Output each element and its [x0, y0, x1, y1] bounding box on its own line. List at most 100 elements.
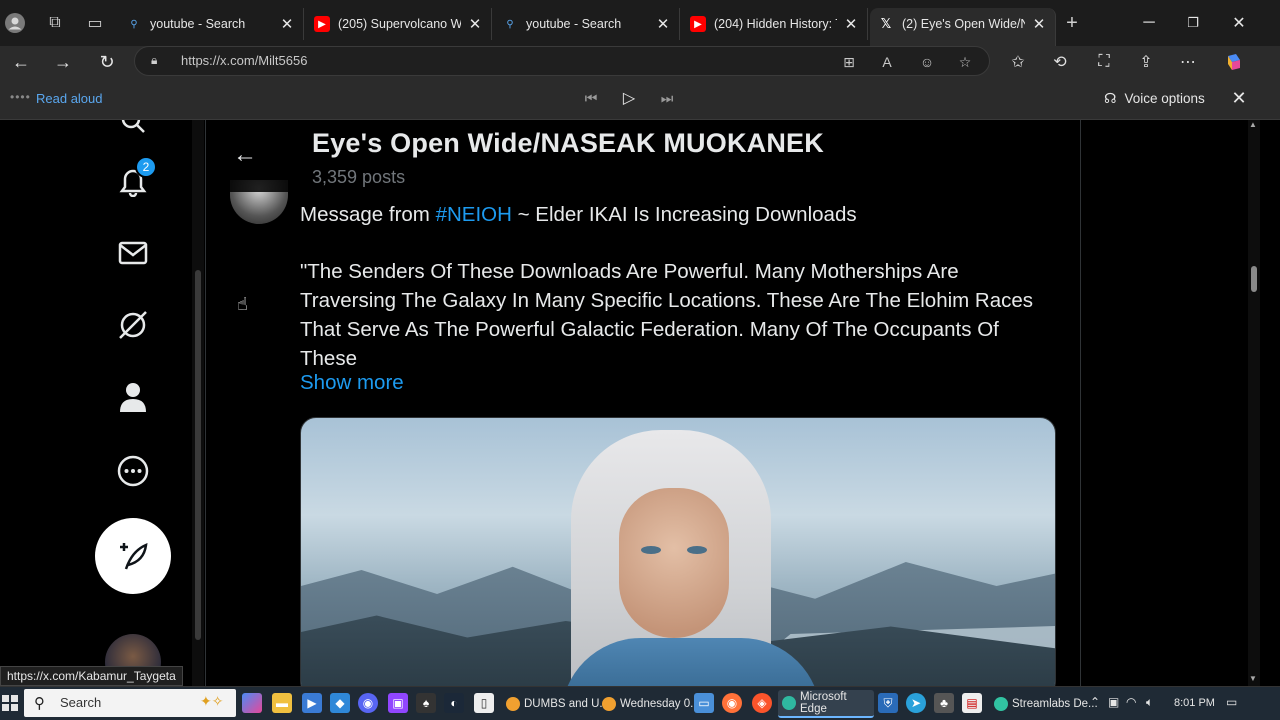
firefox-icon[interactable]: ◉	[722, 693, 742, 713]
forward-icon[interactable]: →	[50, 49, 76, 75]
volume-icon[interactable]: 🔈︎	[1146, 695, 1153, 710]
tab-supervolcano[interactable]: ▶ (205) Supervolcano Warn ✕	[306, 8, 492, 40]
tab-youtube-search-2[interactable]: ⚲ youtube - Search ✕	[494, 8, 680, 40]
close-tab-icon[interactable]: ✕	[1031, 15, 1047, 33]
profile-avatar-icon[interactable]	[4, 12, 26, 34]
copilot-icon[interactable]	[1222, 50, 1246, 74]
scroll-down-icon[interactable]: ▼	[1249, 674, 1257, 683]
drag-handle-icon[interactable]: ••••	[10, 90, 31, 104]
more-options-icon[interactable]	[110, 448, 156, 494]
telegram-icon[interactable]: ➤	[906, 693, 926, 713]
scrollbar-thumb[interactable]	[1251, 266, 1257, 292]
more-menu-icon[interactable]: ⋯	[1176, 50, 1200, 74]
discord-icon[interactable]: ◉	[358, 693, 378, 713]
close-tab-icon[interactable]: ✕	[655, 15, 671, 33]
grok-icon[interactable]	[110, 302, 156, 348]
show-more-link[interactable]: Show more	[300, 371, 404, 395]
window-label: Wednesday 0...	[620, 698, 700, 710]
primary-column: Message from #NEIOH ~ Elder IKAI Is Incr…	[205, 120, 1081, 686]
page-viewport: 2 Message from #NEIOH ~ Elder IKAI Is In…	[0, 120, 1280, 686]
pdf-icon[interactable]: ▤	[962, 693, 982, 713]
tab-hidden-history[interactable]: ▶ (204) Hidden History: Th ✕	[682, 8, 868, 40]
address-bar[interactable]: 🔒︎ https://x.com/Milt5656 ⊞ A ☺ ☆	[134, 46, 990, 76]
steam-icon[interactable]: ◐	[444, 693, 464, 713]
app-icon[interactable]: ▭	[694, 693, 714, 713]
screenshot-icon[interactable]: ⛶	[1092, 50, 1116, 74]
refresh-icon[interactable]: ↻	[94, 49, 120, 75]
scrollbar-thumb[interactable]	[195, 270, 201, 640]
app-available-icon[interactable]: ⊞	[839, 52, 859, 72]
streamlabs-icon	[994, 697, 1008, 711]
feather-plus-icon	[120, 542, 148, 570]
voice-options-button[interactable]: ☊ Voice options	[1104, 90, 1205, 107]
post-text-prefix: Message from	[300, 203, 436, 226]
page-scrollbar[interactable]: ▲ ▼	[1248, 120, 1260, 686]
document-icon[interactable]: ▯	[474, 693, 494, 713]
restore-icon[interactable]: ❐	[1170, 10, 1216, 36]
close-tab-icon[interactable]: ✕	[843, 15, 859, 33]
start-button[interactable]	[2, 695, 18, 711]
read-aloud-icon[interactable]: A	[877, 52, 897, 72]
taskbar-clock[interactable]: 8:01 PM	[1174, 697, 1215, 709]
store-icon[interactable]: ◆	[330, 693, 350, 713]
twitch-icon[interactable]: ▣	[388, 693, 408, 713]
read-aloud-label: Read aloud	[36, 91, 103, 106]
copilot-app-icon[interactable]	[242, 693, 262, 713]
taskbar-window-streamlabs[interactable]: Streamlabs De...	[990, 690, 1102, 718]
hand-cursor-icon: ☝	[237, 294, 248, 314]
app-icon[interactable]: ⛨	[878, 693, 898, 713]
wifi-icon[interactable]: ◠	[1126, 695, 1136, 709]
file-explorer-icon[interactable]: ▬	[272, 693, 292, 713]
explore-icon[interactable]	[110, 120, 156, 144]
favorite-star-icon[interactable]: ☆	[955, 52, 975, 72]
hashtag-link[interactable]: #NEIOH	[436, 203, 512, 226]
windows-taskbar: ⚲ Search ✦✧ ▬ ▶ ◆ ◉ ▣ ♠ ◐ ▯ DUMBS and U.…	[0, 686, 1280, 720]
new-tab-icon[interactable]: +	[1061, 12, 1083, 34]
taskbar-window-edge[interactable]: Microsoft Edge	[778, 690, 874, 718]
taskbar-window-dumbs[interactable]: DUMBS and U...	[502, 690, 613, 718]
edge-icon	[782, 696, 796, 710]
app-icon[interactable]: ♠	[416, 693, 436, 713]
taskbar-search[interactable]: ⚲ Search ✦✧	[24, 689, 236, 717]
close-tab-icon[interactable]: ✕	[467, 15, 483, 33]
history-icon[interactable]: ⟲	[1048, 50, 1072, 74]
notification-center-icon[interactable]: ▭	[1226, 695, 1237, 709]
tab-title: (205) Supervolcano Warn	[338, 17, 461, 31]
back-arrow-icon[interactable]: ←	[232, 141, 258, 168]
tab-youtube-search-1[interactable]: ⚲ youtube - Search ✕	[118, 8, 304, 40]
play-icon[interactable]: ▷	[618, 87, 640, 109]
close-tab-icon[interactable]: ✕	[279, 15, 295, 33]
clipchamp-icon[interactable]: ▶	[302, 693, 322, 713]
url-text[interactable]: https://x.com/Milt5656	[181, 53, 307, 68]
tab-actions-icon[interactable]: ▭	[84, 12, 106, 34]
profile-header: ← Eye's Open Wide/NASEAK MUOKANEK 3,359 …	[206, 120, 1080, 192]
profile-icon[interactable]	[110, 374, 156, 420]
scroll-up-icon[interactable]: ▲	[1249, 120, 1257, 129]
next-icon[interactable]: ⏭	[656, 87, 678, 109]
back-icon[interactable]: ←	[8, 49, 34, 75]
brave-icon[interactable]: ◈	[752, 693, 772, 713]
sidebar-scrollbar[interactable]	[192, 120, 204, 686]
tab-eyes-open-wide[interactable]: 𝕏 (2) Eye's Open Wide/NA ✕	[870, 8, 1056, 46]
read-aloud-bar: •••• Read aloud ⏮ ▷ ⏭ ☊ Voice options ✕	[0, 76, 1280, 120]
close-window-icon[interactable]: ✕	[1216, 10, 1262, 36]
previous-icon[interactable]: ⏮	[580, 87, 602, 109]
search-placeholder: Search	[60, 695, 102, 710]
chrome-icon	[506, 697, 520, 711]
notifications-badge: 2	[135, 156, 157, 178]
share-icon[interactable]: ⇪	[1134, 50, 1158, 74]
voice-icon: ☊	[1104, 90, 1117, 106]
minimize-icon[interactable]: ─	[1126, 10, 1172, 36]
extensions-icon[interactable]: ☺	[917, 52, 937, 72]
compose-post-button[interactable]	[95, 518, 171, 594]
taskbar-window-wednesday[interactable]: Wednesday 0...	[598, 690, 704, 718]
workspaces-icon[interactable]: ⧉	[44, 12, 66, 34]
app-icon[interactable]: ♣	[934, 693, 954, 713]
post-text-line: Message from #NEIOH ~ Elder IKAI Is Incr…	[300, 200, 1060, 229]
tray-app-icon[interactable]: ▣	[1108, 695, 1119, 709]
tray-chevron-icon[interactable]: ⌃	[1090, 695, 1100, 709]
close-read-aloud-icon[interactable]: ✕	[1228, 87, 1250, 109]
favorites-icon[interactable]: ✩	[1006, 50, 1030, 74]
messages-icon[interactable]	[110, 230, 156, 276]
post-image[interactable]	[300, 417, 1056, 686]
